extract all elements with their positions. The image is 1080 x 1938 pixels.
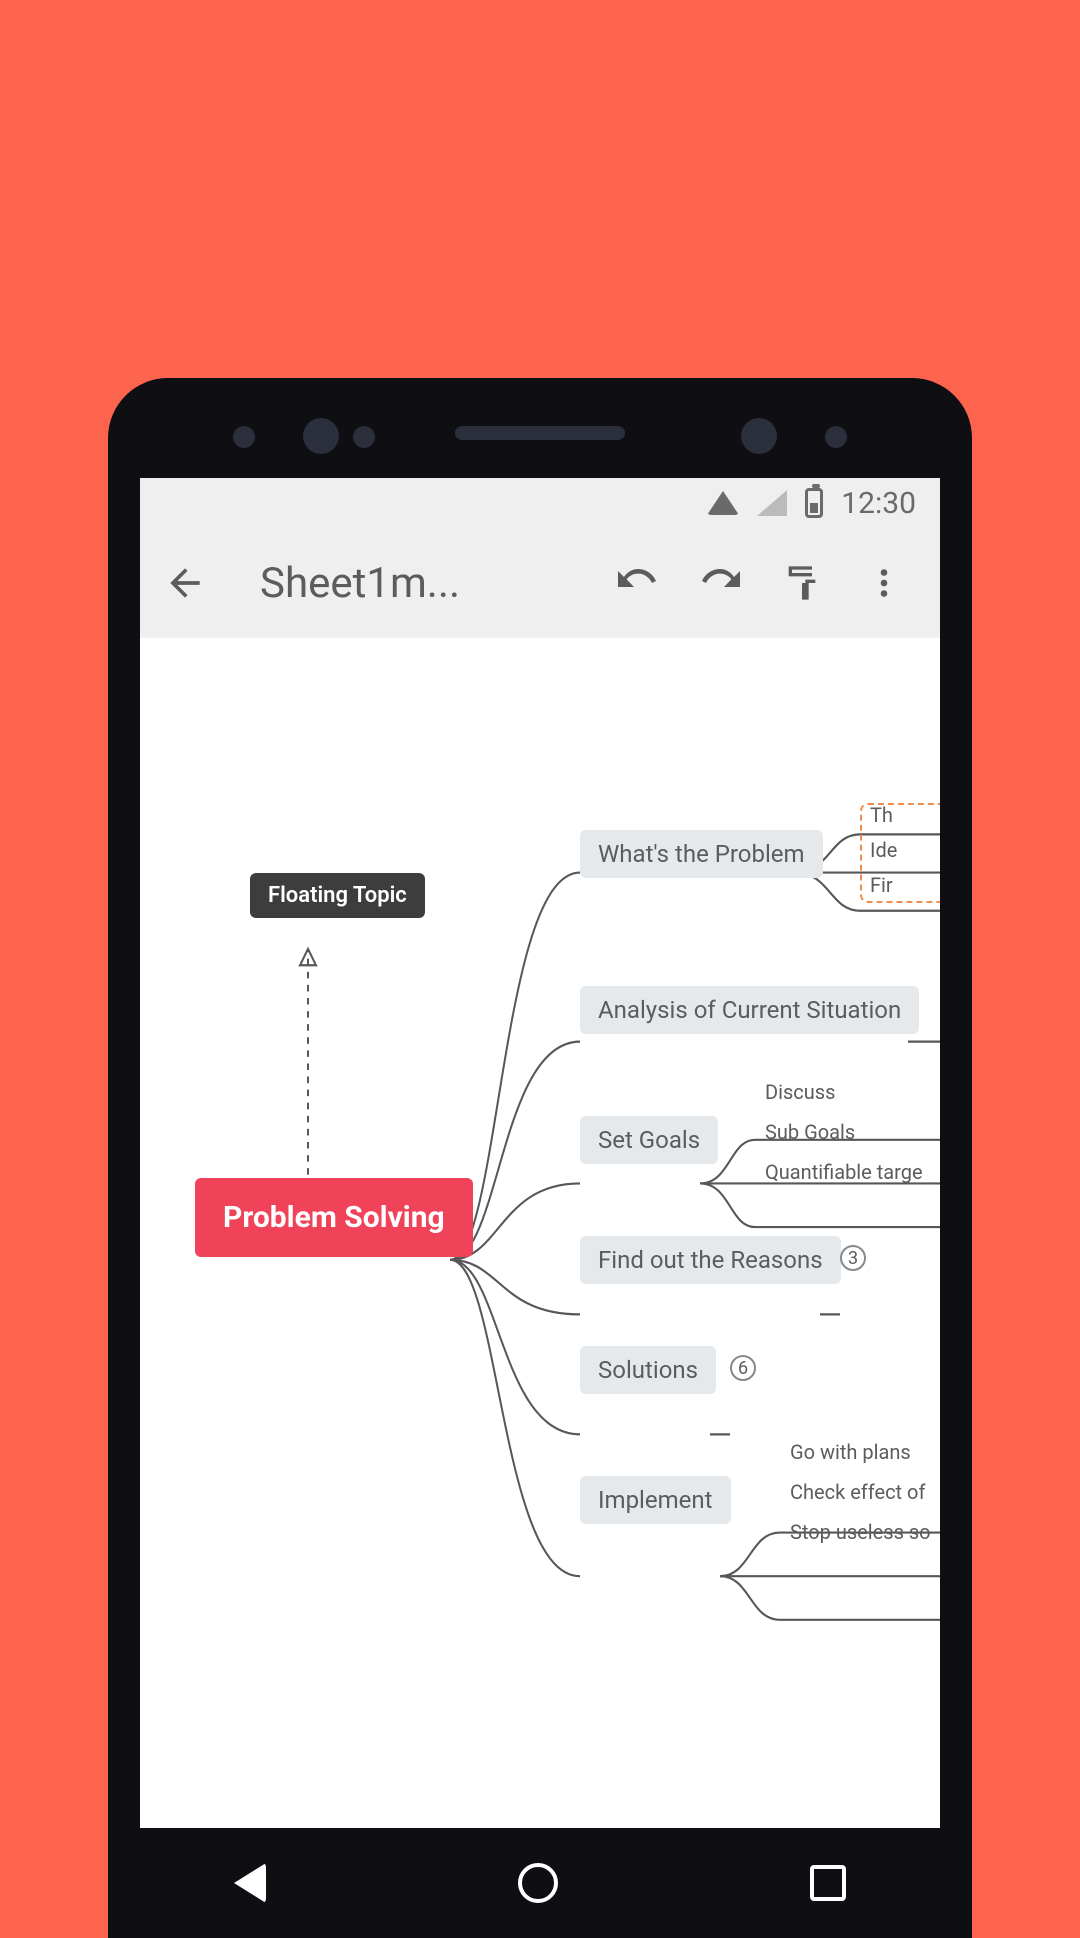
back-button[interactable] (160, 558, 210, 608)
mindmap-canvas[interactable]: Floating Topic Problem Solving What's th… (140, 638, 940, 1838)
branch-label: Implement (598, 1486, 713, 1514)
branch-node[interactable]: Find out the Reasons (580, 1236, 841, 1284)
leaf-node[interactable]: Quantifiable targe (765, 1160, 923, 1184)
branch-label: Solutions (598, 1356, 698, 1384)
status-time: 12:30 (841, 486, 916, 521)
leaf-node[interactable]: Check effect of (790, 1480, 925, 1504)
sensor-dot (233, 426, 255, 448)
sensor-dot (353, 426, 375, 448)
leaf-node[interactable]: Fir (870, 873, 893, 897)
branch-node[interactable]: Analysis of Current Situation (580, 986, 919, 1034)
battery-icon (805, 488, 823, 518)
leaf-node[interactable]: Ide (870, 838, 897, 862)
branch-label: Set Goals (598, 1126, 700, 1154)
leaf-node[interactable]: Go with plans (790, 1440, 911, 1464)
navigation-bar (108, 1828, 972, 1938)
camera-dot (303, 418, 339, 454)
branch-node[interactable]: Solutions (580, 1346, 716, 1394)
badge-value: 3 (848, 1248, 858, 1269)
app-bar: Sheet1m... (140, 528, 940, 638)
floating-topic-label: Floating Topic (268, 883, 407, 908)
leaf-node[interactable]: Th (870, 803, 893, 827)
leaf-node[interactable]: Stop useless so (790, 1520, 931, 1544)
camera-dot (741, 418, 777, 454)
redo-button[interactable] (684, 553, 756, 613)
nav-home-button[interactable] (518, 1863, 558, 1903)
badge-value: 6 (738, 1358, 748, 1379)
leaf-node[interactable]: Discuss (765, 1080, 835, 1104)
phone-screen: 12:30 Sheet1m... (140, 478, 940, 1938)
root-node[interactable]: Problem Solving (195, 1178, 473, 1257)
branch-node[interactable]: Implement (580, 1476, 731, 1524)
signal-icon (757, 490, 787, 516)
phone-frame: 12:30 Sheet1m... (108, 378, 972, 1938)
speaker (455, 426, 625, 440)
floating-topic-node[interactable]: Floating Topic (250, 873, 425, 918)
branch-label: What's the Problem (598, 840, 805, 868)
count-badge[interactable]: 3 (840, 1245, 866, 1271)
nav-recent-button[interactable] (810, 1865, 846, 1901)
branch-label: Find out the Reasons (598, 1246, 823, 1274)
root-label: Problem Solving (223, 1200, 445, 1235)
undo-button[interactable] (602, 553, 674, 613)
count-badge[interactable]: 6 (730, 1355, 756, 1381)
leaf-node[interactable]: Sub Goals (765, 1120, 855, 1144)
status-bar: 12:30 (140, 478, 940, 528)
branch-label: Analysis of Current Situation (598, 996, 901, 1024)
format-button[interactable] (766, 553, 838, 613)
document-title[interactable]: Sheet1m... (220, 559, 592, 608)
branch-node[interactable]: Set Goals (580, 1116, 718, 1164)
branch-node[interactable]: What's the Problem (580, 830, 823, 878)
wifi-icon (707, 491, 739, 515)
more-button[interactable] (848, 553, 920, 613)
nav-back-button[interactable] (234, 1863, 266, 1903)
sensor-dot (825, 426, 847, 448)
